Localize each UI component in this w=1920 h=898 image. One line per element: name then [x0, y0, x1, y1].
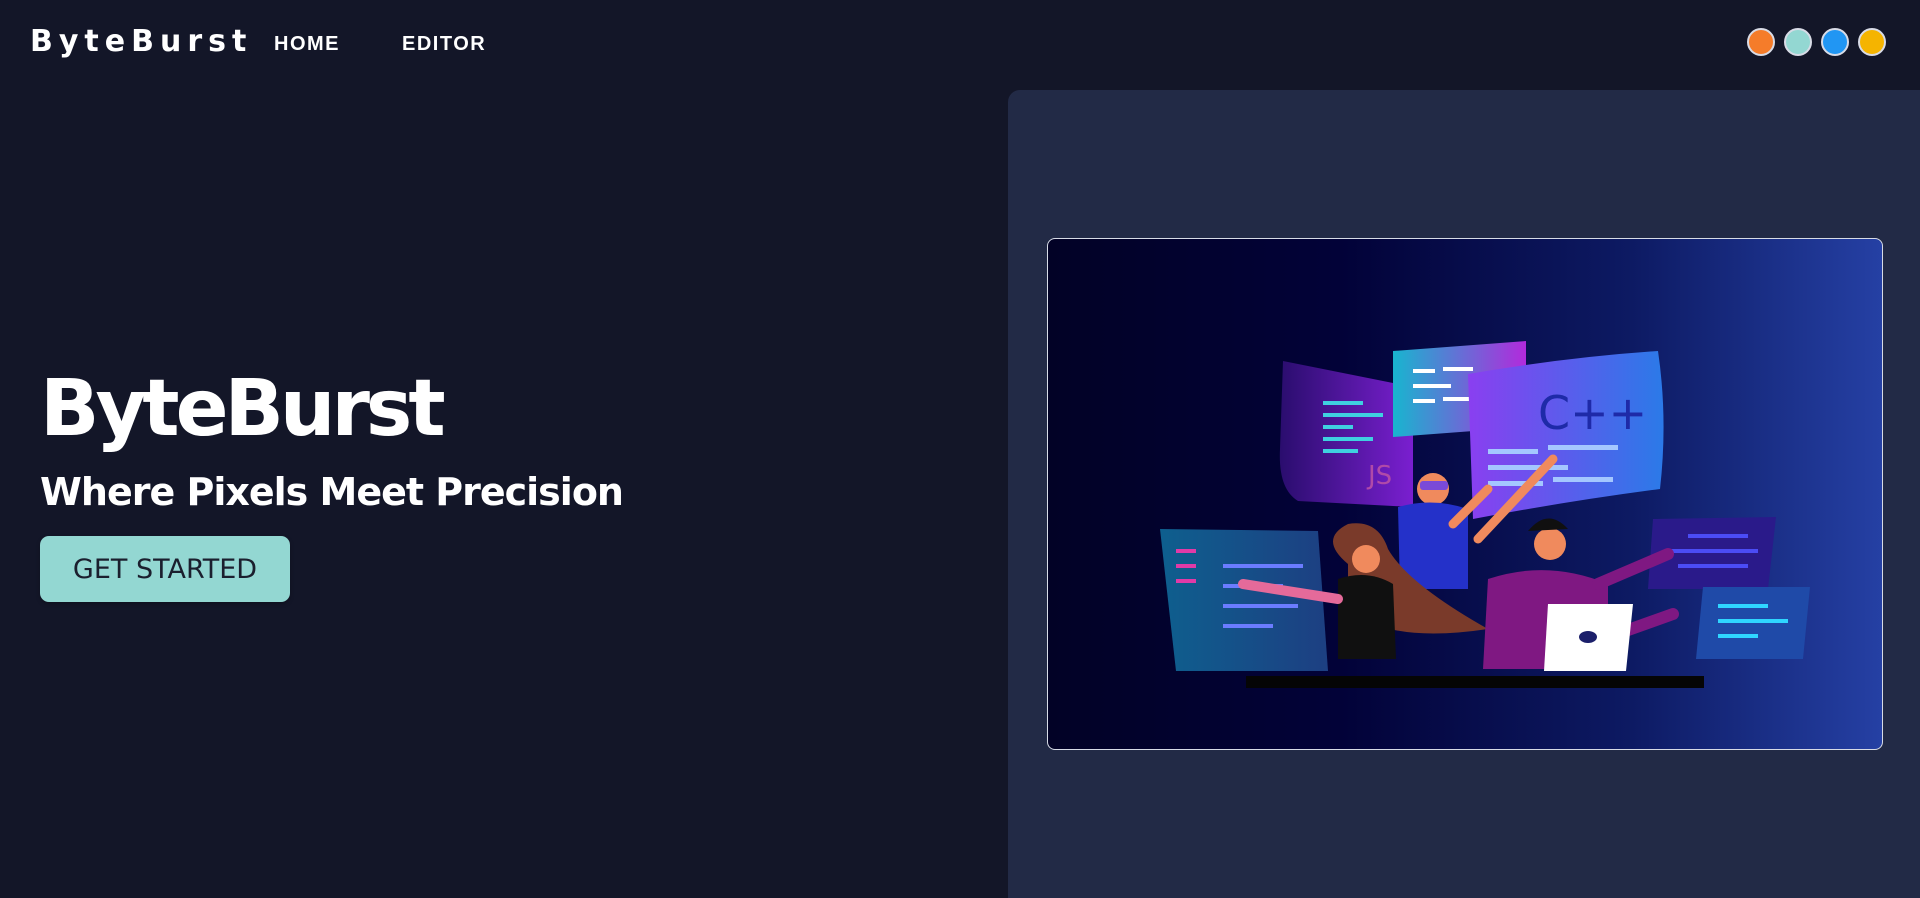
desk [1246, 676, 1704, 688]
hero-title: ByteBurst [40, 364, 446, 454]
brand-logo[interactable]: ByteBurst [30, 24, 252, 59]
theme-swatch-amber[interactable] [1858, 28, 1886, 56]
navbar: ByteBurst HOME EDITOR [0, 0, 1920, 88]
hero-image-panel: JS C++ [1008, 90, 1920, 898]
hero-subtitle: Where Pixels Meet Precision [40, 470, 624, 514]
coding-team-illustration: JS C++ [1160, 341, 1810, 688]
hero-section: ByteBurst Where Pixels Meet Precision GE… [40, 364, 624, 602]
nav-home-link[interactable]: HOME [274, 33, 340, 56]
get-started-button[interactable]: GET STARTED [40, 536, 290, 602]
theme-swatch-orange[interactable] [1747, 28, 1775, 56]
cpp-label: C++ [1538, 386, 1647, 440]
nav-editor-link[interactable]: EDITOR [402, 33, 486, 56]
developer-man [1534, 528, 1566, 560]
theme-swatch-blue[interactable] [1821, 28, 1849, 56]
theme-swatch-teal[interactable] [1784, 28, 1812, 56]
theme-swatches [1747, 28, 1886, 56]
js-label: JS [1366, 461, 1392, 491]
developers-illustration: JS C++ [1047, 238, 1883, 750]
